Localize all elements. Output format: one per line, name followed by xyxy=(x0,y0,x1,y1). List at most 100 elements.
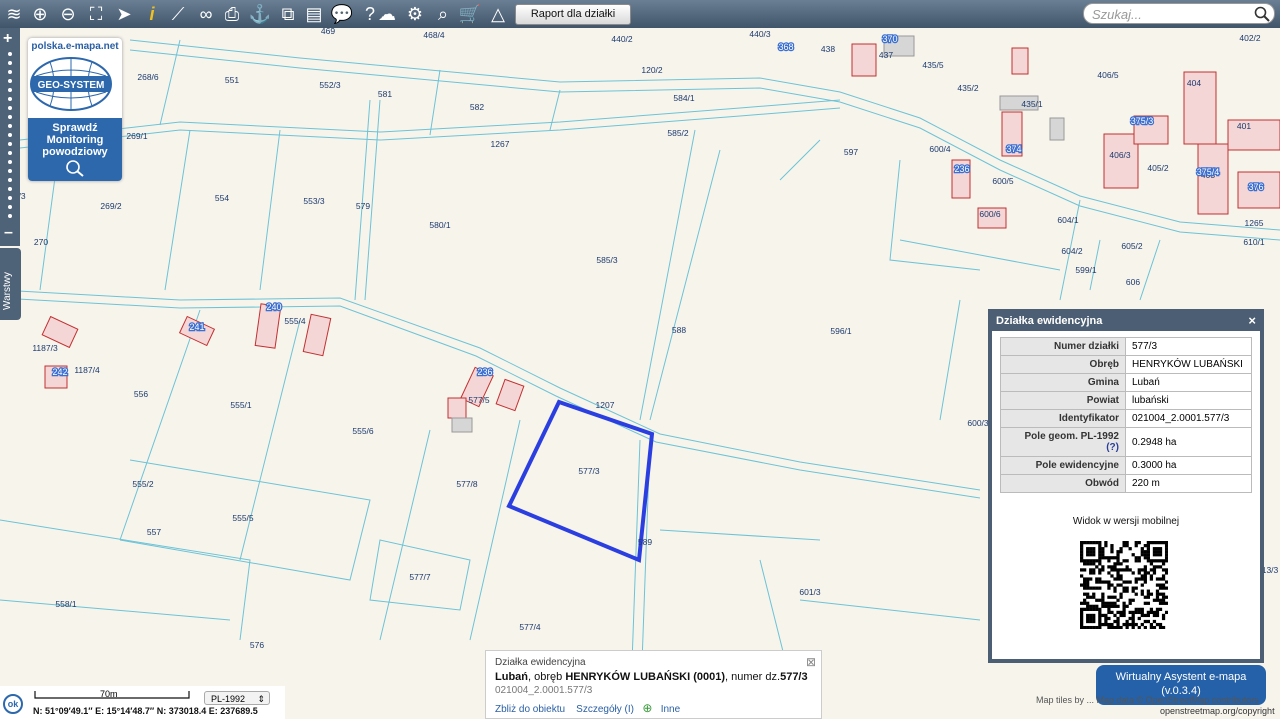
parcel-number-label: 596/1 xyxy=(830,326,852,336)
zoom-out-icon[interactable]: ⊖ xyxy=(56,2,80,26)
zoom-level-dot[interactable] xyxy=(8,52,12,56)
attribute-row: Powiat lubański xyxy=(1000,391,1252,410)
plus-circle-icon[interactable]: ⊕ xyxy=(642,701,652,715)
parcel-number-label: 557 xyxy=(147,527,161,537)
settings-icon[interactable]: ⚙ xyxy=(403,2,427,26)
site-name: polska.e-mapa.net xyxy=(31,41,119,52)
parcel-number-label: 1207 xyxy=(596,400,615,410)
zoom-level-dot[interactable] xyxy=(8,196,12,200)
zoom-level-dot[interactable] xyxy=(8,79,12,83)
zoom-level-dot[interactable] xyxy=(8,169,12,173)
triangle-icon[interactable]: △ xyxy=(486,2,510,26)
zoom-slider[interactable]: + – xyxy=(0,28,20,246)
osm-copyright-link[interactable]: openstreetmap.org/copyright xyxy=(1160,706,1275,716)
geo-system-logo: GEO-SYSTEM xyxy=(30,57,112,111)
close-icon[interactable]: × xyxy=(1248,313,1256,329)
zoom-level-dot[interactable] xyxy=(8,115,12,119)
parcel-number-label: 269/2 xyxy=(100,201,122,211)
parcel-number-label: 597 xyxy=(844,147,858,157)
zoom-to-object-link[interactable]: Zbliż do obiektu xyxy=(495,704,565,715)
parcel-number-label: 555/6 xyxy=(352,426,374,436)
attribute-key: Numer działki xyxy=(1000,337,1126,356)
comment-icon[interactable]: 💬 xyxy=(330,2,354,26)
qr-code[interactable] xyxy=(1080,541,1168,629)
zoom-level-dot[interactable] xyxy=(8,178,12,182)
pointer-icon[interactable]: ➤ xyxy=(112,2,136,26)
ok-button[interactable]: ok xyxy=(3,694,23,714)
parcel-number-label: 599/1 xyxy=(1075,265,1097,275)
selected-parcel-outline[interactable] xyxy=(506,399,655,563)
attribute-row: Obręb HENRYKÓW LUBAŃSKI xyxy=(1000,355,1252,374)
map-attribution: Map tiles by ... Map data © OpenStreetMa… xyxy=(1036,695,1259,705)
measure-icon[interactable]: ⟋ xyxy=(166,2,190,26)
zoom-level-dot[interactable] xyxy=(8,151,12,155)
parcel-number-label: 604/2 xyxy=(1061,246,1083,256)
zoom-level-dot[interactable] xyxy=(8,160,12,164)
coordinate-readout: N: 51°09′49.1″ E: 15°14′48.7″ N: 373018.… xyxy=(33,706,258,716)
parcel-number-label: 13/3 xyxy=(1262,565,1279,575)
full-extent-icon[interactable]: ⛶ xyxy=(84,2,108,26)
parcel-number-label: 577/4 xyxy=(519,622,541,632)
zoom-level-dot[interactable] xyxy=(8,70,12,74)
layers-tab[interactable]: Warstwy xyxy=(0,248,21,320)
parcel-info-header: Działka ewidencyjna × xyxy=(992,313,1260,331)
cart-icon[interactable]: 🛒 xyxy=(458,2,482,26)
layout-icon[interactable]: ▤ xyxy=(302,2,326,26)
cloud-icon[interactable]: ☁ xyxy=(375,2,399,26)
zoom-level-dot[interactable] xyxy=(8,106,12,110)
zoom-level-dot[interactable] xyxy=(8,142,12,146)
zoom-level-dot[interactable] xyxy=(8,214,12,218)
parcel-number-label: 585/2 xyxy=(667,128,689,138)
zoom-in-button[interactable]: + xyxy=(3,30,12,48)
zoom-level-dot[interactable] xyxy=(8,133,12,137)
other-link[interactable]: Inne xyxy=(661,704,680,715)
zoom-level-dot[interactable] xyxy=(8,124,12,128)
parcel-number-label: 440/3 xyxy=(749,29,771,39)
parcel-number-label: 1265 xyxy=(1245,218,1264,228)
attribute-key: Pole ewidencyjne xyxy=(1000,456,1126,475)
parcel-number-label: 435/1 xyxy=(1021,99,1043,109)
info-icon[interactable]: i xyxy=(140,2,164,26)
flood-monitoring-link[interactable]: Sprawdź Monitoring powodziowy xyxy=(28,118,122,181)
zoom-level-dot[interactable] xyxy=(8,88,12,92)
search-icon[interactable] xyxy=(1254,6,1270,22)
search-zoom-icon[interactable]: ⌕ xyxy=(431,2,455,26)
attribute-row: Pole geom. PL-1992 (?) 0.2948 ha xyxy=(1000,427,1252,457)
parcel-number-label: 1267 xyxy=(491,139,510,149)
geo-system-panel[interactable]: polska.e-mapa.net GEO-SYSTEM Sprawdź Mon… xyxy=(28,38,122,181)
attribute-key: Obręb xyxy=(1000,355,1126,374)
close-icon[interactable]: ⊠ xyxy=(806,655,816,669)
parcel-number-label: 406/3 xyxy=(1109,150,1131,160)
parcel-number-label: 401 xyxy=(1237,121,1251,131)
building-number-label: 240 xyxy=(266,302,281,312)
zoom-level-dot[interactable] xyxy=(8,61,12,65)
link-icon[interactable]: ∞ xyxy=(194,2,218,26)
crs-select[interactable]: PL-1992 ⇕ xyxy=(204,691,270,705)
building-number-label: 236 xyxy=(954,164,969,174)
parcel-number-label: 402/2 xyxy=(1239,33,1261,43)
details-link[interactable]: Szczegóły (I) xyxy=(576,704,634,715)
parcel-number-label: 551 xyxy=(225,75,239,85)
zoom-out-button[interactable]: – xyxy=(4,224,13,242)
zoom-level-dot[interactable] xyxy=(8,97,12,101)
parcel-number-label: 469 xyxy=(321,28,335,36)
parcel-number-label: 435/5 xyxy=(922,60,944,70)
zoom-in-icon[interactable]: ⊕ xyxy=(28,2,52,26)
parcel-number-label: 606 xyxy=(1126,277,1140,287)
building-number-label: 375/4 xyxy=(1197,167,1220,177)
anchor-icon[interactable]: ⚓ xyxy=(248,2,272,26)
zoom-level-dot[interactable] xyxy=(8,205,12,209)
building-number-label: 375/3 xyxy=(1131,116,1154,126)
search-input[interactable]: Szukaj... xyxy=(1083,3,1275,24)
layers-icon[interactable]: ≋ xyxy=(2,2,26,26)
building-number-label: 241 xyxy=(189,322,204,332)
parcel-number-label: 581 xyxy=(378,89,392,99)
report-button[interactable]: Raport dla działki xyxy=(515,4,631,25)
print-icon[interactable]: ⎙ xyxy=(220,2,244,26)
copy-icon[interactable]: ⧉ xyxy=(276,2,300,26)
zoom-level-dot[interactable] xyxy=(8,187,12,191)
parcel-number-label: 555/4 xyxy=(284,316,306,326)
attribute-row: Identyfikator 021004_2.0001.577/3 xyxy=(1000,409,1252,428)
help-icon[interactable]: (?) xyxy=(1106,442,1119,453)
popup-description: Lubań, obręb HENRYKÓW LUBAŃSKI (0001), n… xyxy=(495,671,808,683)
